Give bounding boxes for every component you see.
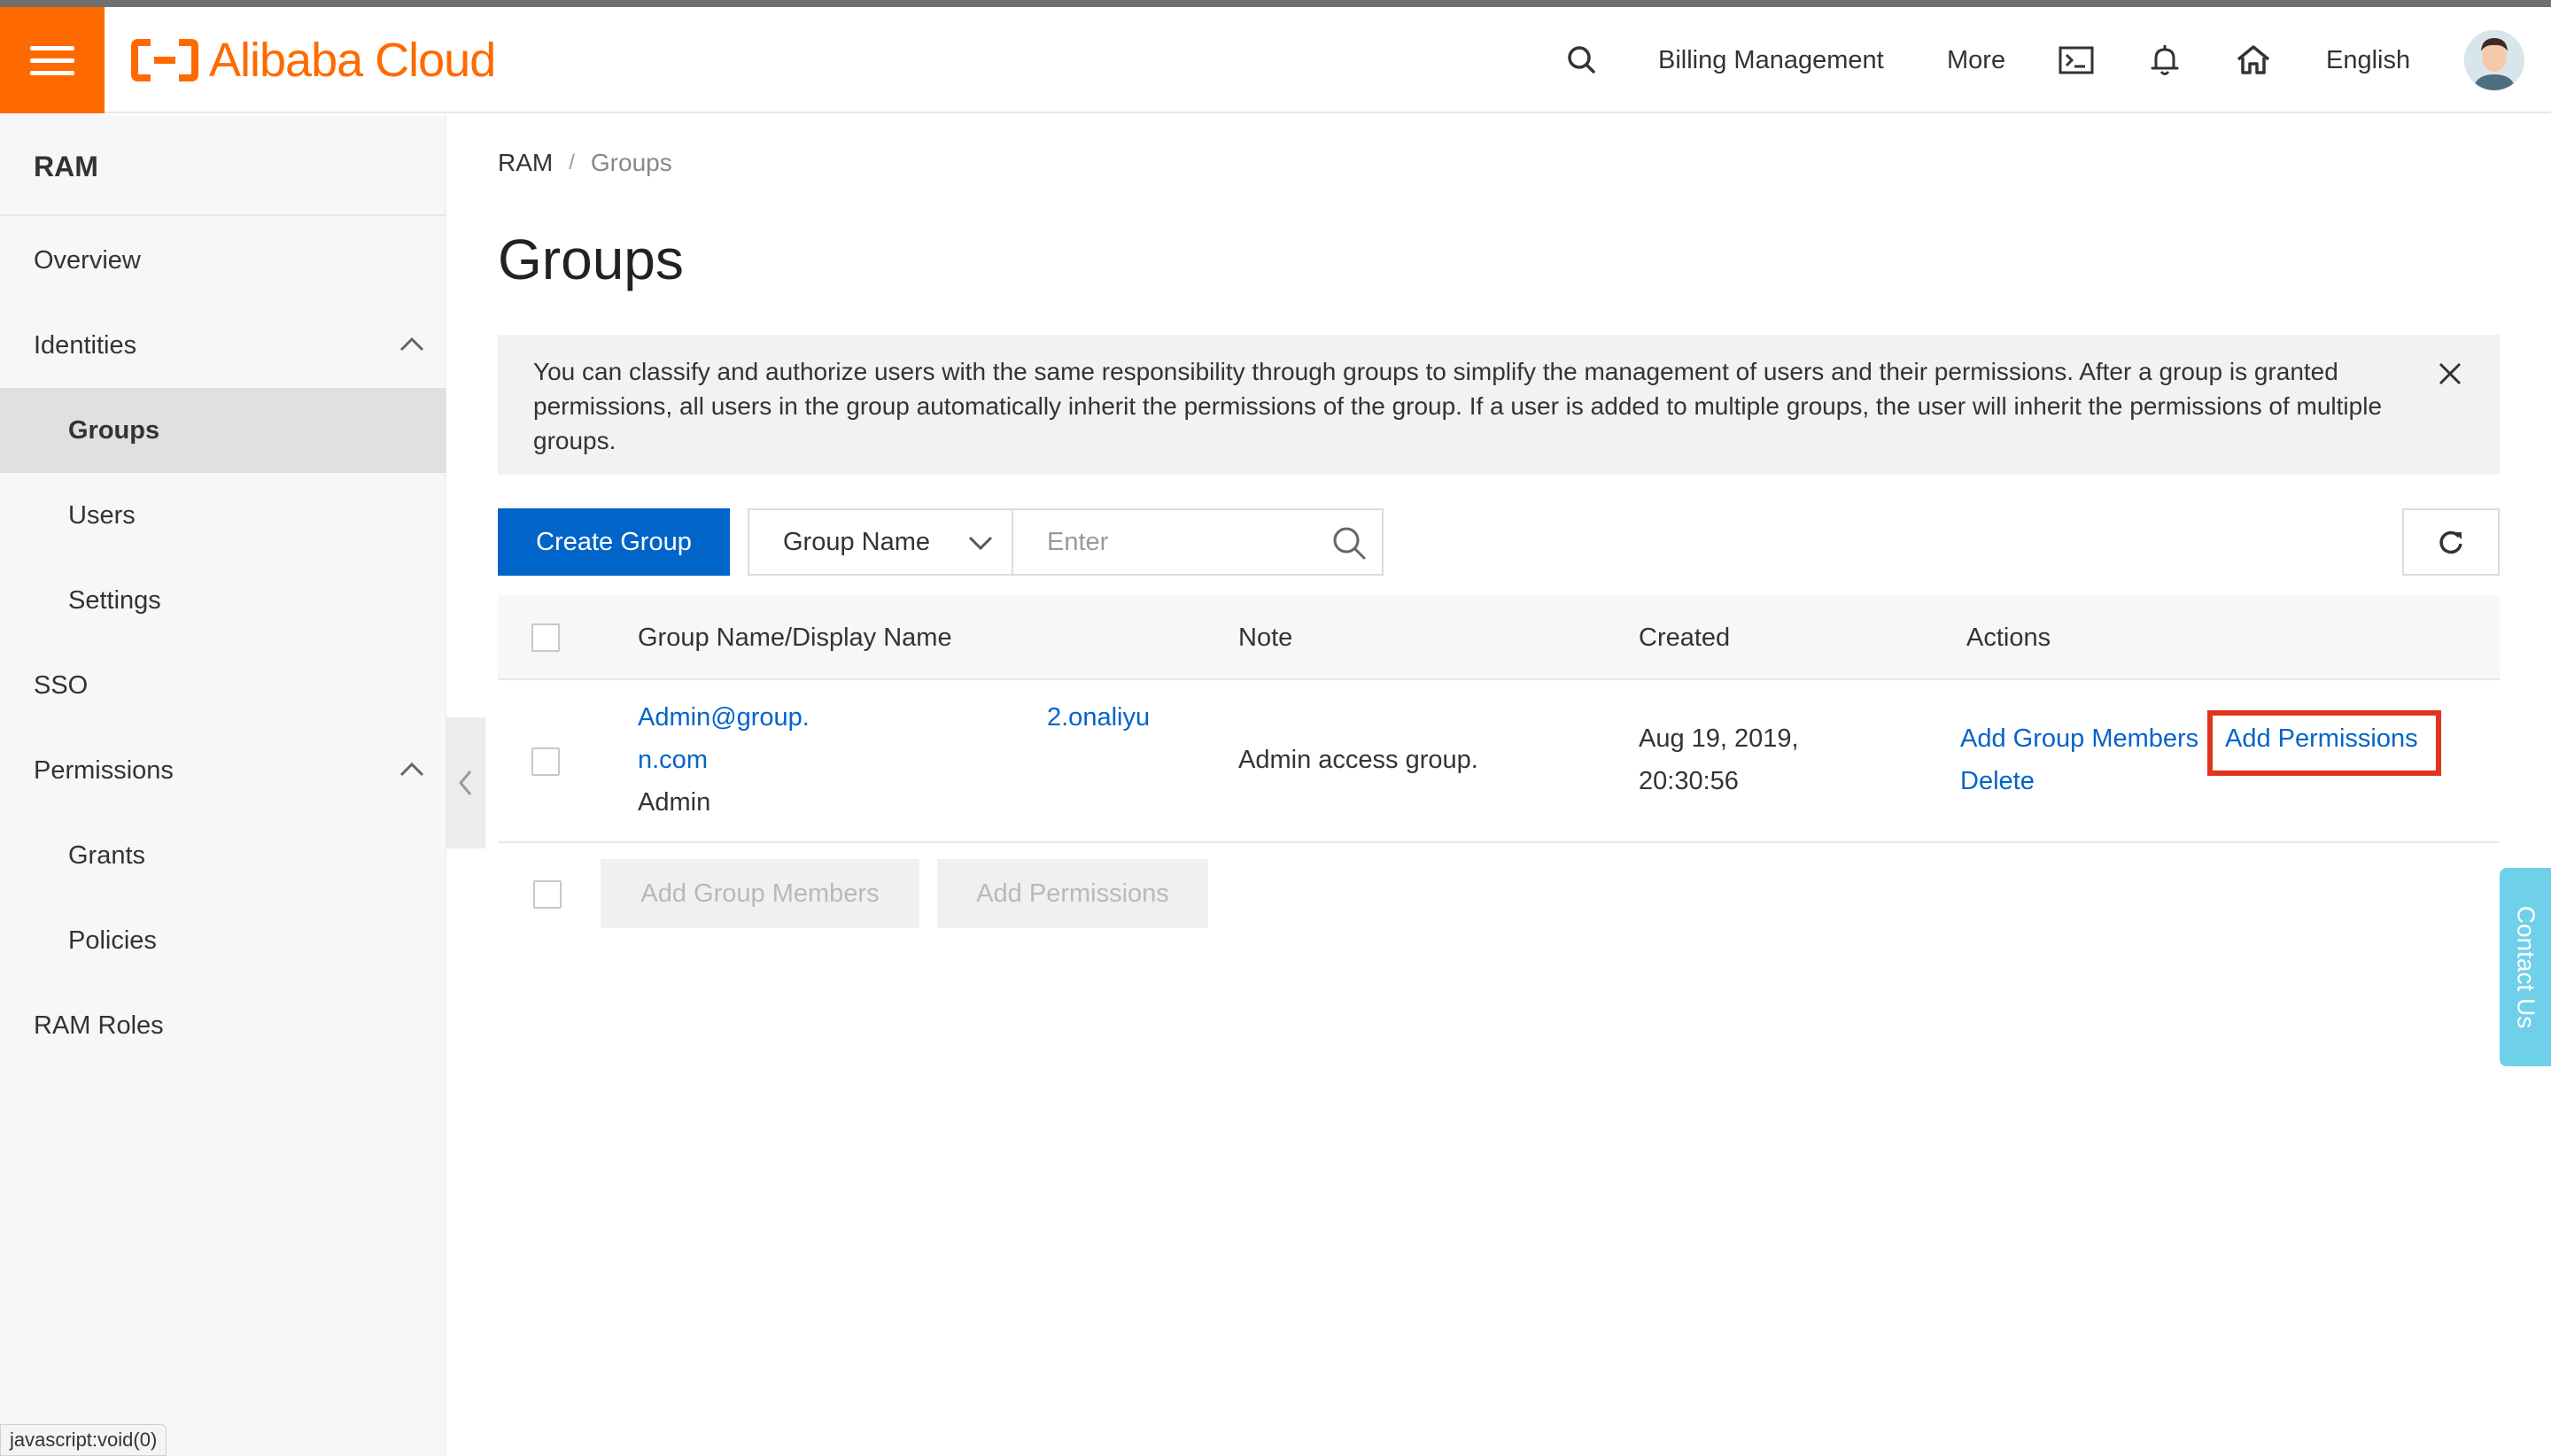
sidebar-item-users[interactable]: Users — [0, 473, 446, 558]
breadcrumb-separator: / — [569, 151, 575, 174]
row-checkbox[interactable] — [531, 747, 560, 776]
sidebar-collapse-toggle[interactable] — [446, 717, 485, 848]
contact-us-tab[interactable]: Contact Us — [2500, 868, 2551, 1066]
column-header-actions: Actions — [1966, 623, 2051, 652]
sidebar-item-permissions[interactable]: Permissions — [0, 728, 446, 813]
column-header-note: Note — [1238, 623, 1293, 652]
chevron-up-icon — [399, 337, 424, 352]
breadcrumb-root-link[interactable]: RAM — [498, 149, 553, 177]
info-notice: You can classify and authorize users wit… — [498, 335, 2500, 475]
page-title: Groups — [498, 228, 684, 291]
menu-icon[interactable] — [0, 7, 105, 113]
filter-selected-value: Group Name — [783, 527, 931, 556]
sidebar-title: RAM — [34, 151, 98, 182]
sidebar-item-label: Identities — [34, 330, 137, 360]
refresh-icon — [2439, 531, 2462, 554]
select-all-checkbox[interactable] — [531, 623, 560, 652]
language-selector[interactable]: English — [2326, 7, 2410, 113]
sidebar-item-label: Grants — [68, 840, 146, 870]
group-name-link-line2[interactable]: n.com — [638, 739, 708, 781]
alibaba-logo-icon — [131, 39, 198, 81]
create-group-button[interactable]: Create Group — [498, 508, 730, 576]
sidebar-item-groups[interactable]: Groups — [0, 388, 446, 473]
sidebar-item-sso[interactable]: SSO — [0, 643, 446, 728]
billing-management-link[interactable]: Billing Management — [1658, 7, 1884, 113]
created-date: Aug 19, 2019, — [1639, 724, 1799, 753]
breadcrumb: RAM / Groups — [498, 149, 672, 177]
avatar-face-icon — [2464, 30, 2524, 90]
sidebar-item-label: Settings — [68, 585, 161, 615]
sidebar-item-label: SSO — [34, 670, 89, 700]
group-note: Admin access group. — [1238, 746, 1478, 774]
browser-status-bar: javascript:void(0) — [0, 1424, 167, 1456]
bulk-add-group-members-button[interactable]: Add Group Members — [601, 859, 919, 928]
highlight-box — [2207, 710, 2441, 776]
home-icon[interactable] — [2234, 7, 2273, 113]
top-header: Alibaba Cloud Billing Management More En… — [0, 7, 2551, 113]
browser-top-strip — [0, 0, 2551, 7]
contact-us-label: Contact Us — [2512, 905, 2539, 1029]
breadcrumb-current: Groups — [590, 149, 672, 176]
sidebar-item-label: Permissions — [34, 755, 174, 785]
notification-bell-icon[interactable] — [2145, 7, 2184, 113]
sidebar-item-overview[interactable]: Overview — [0, 218, 446, 303]
sidebar-item-label: Policies — [68, 925, 157, 955]
filter-field-select[interactable]: Group Name — [748, 508, 1013, 576]
group-display-name: Admin — [638, 788, 711, 817]
table-row: Admin@group. 2.onaliyu n.com Admin Admin… — [498, 680, 2500, 843]
group-name-link[interactable]: Admin@group. — [638, 696, 810, 739]
table-header: Group Name/Display Name Note Created Act… — [498, 595, 2500, 680]
created-time: 20:30:56 — [1639, 767, 1739, 795]
search-input[interactable] — [1013, 510, 1314, 574]
chevron-up-icon — [399, 762, 424, 777]
chevron-down-icon — [968, 536, 993, 551]
sidebar-item-label: RAM Roles — [34, 1011, 164, 1040]
sidebar-item-grants[interactable]: Grants — [0, 813, 446, 898]
sidebar-item-policies[interactable]: Policies — [0, 898, 446, 983]
chevron-left-icon — [459, 771, 472, 795]
sidebar-item-label: Users — [68, 500, 136, 530]
sidebar-divider — [0, 214, 446, 216]
sidebar-item-ram-roles[interactable]: RAM Roles — [0, 983, 446, 1068]
sidebar-item-label: Overview — [34, 245, 141, 275]
terminal-icon[interactable] — [2057, 7, 2096, 113]
sidebar-item-settings[interactable]: Settings — [0, 558, 446, 643]
close-icon[interactable] — [2436, 360, 2464, 388]
search-icon[interactable] — [1330, 524, 1368, 561]
group-name-link-tail[interactable]: 2.onaliyu — [1047, 696, 1150, 739]
header-search-icon[interactable] — [1562, 7, 1601, 113]
column-header-created: Created — [1639, 623, 1731, 652]
logo[interactable]: Alibaba Cloud — [131, 32, 496, 89]
sidebar-item-identities[interactable]: Identities — [0, 303, 446, 388]
user-avatar[interactable] — [2464, 30, 2524, 90]
bulk-select-checkbox[interactable] — [533, 880, 562, 909]
more-menu[interactable]: More — [1947, 7, 2005, 113]
add-group-members-link[interactable]: Add Group Members — [1960, 717, 2198, 760]
search-box — [1012, 508, 1384, 576]
delete-link[interactable]: Delete — [1960, 760, 2035, 802]
bulk-add-permissions-button[interactable]: Add Permissions — [937, 859, 1208, 928]
logo-text: Alibaba Cloud — [209, 34, 496, 87]
notice-text: You can classify and authorize users wit… — [533, 358, 2383, 454]
column-header-name: Group Name/Display Name — [638, 623, 952, 652]
sidebar-item-label: Groups — [68, 415, 160, 445]
refresh-button[interactable] — [2402, 508, 2500, 576]
sidebar: RAM Overview Identities Groups Users Set… — [0, 115, 446, 1456]
